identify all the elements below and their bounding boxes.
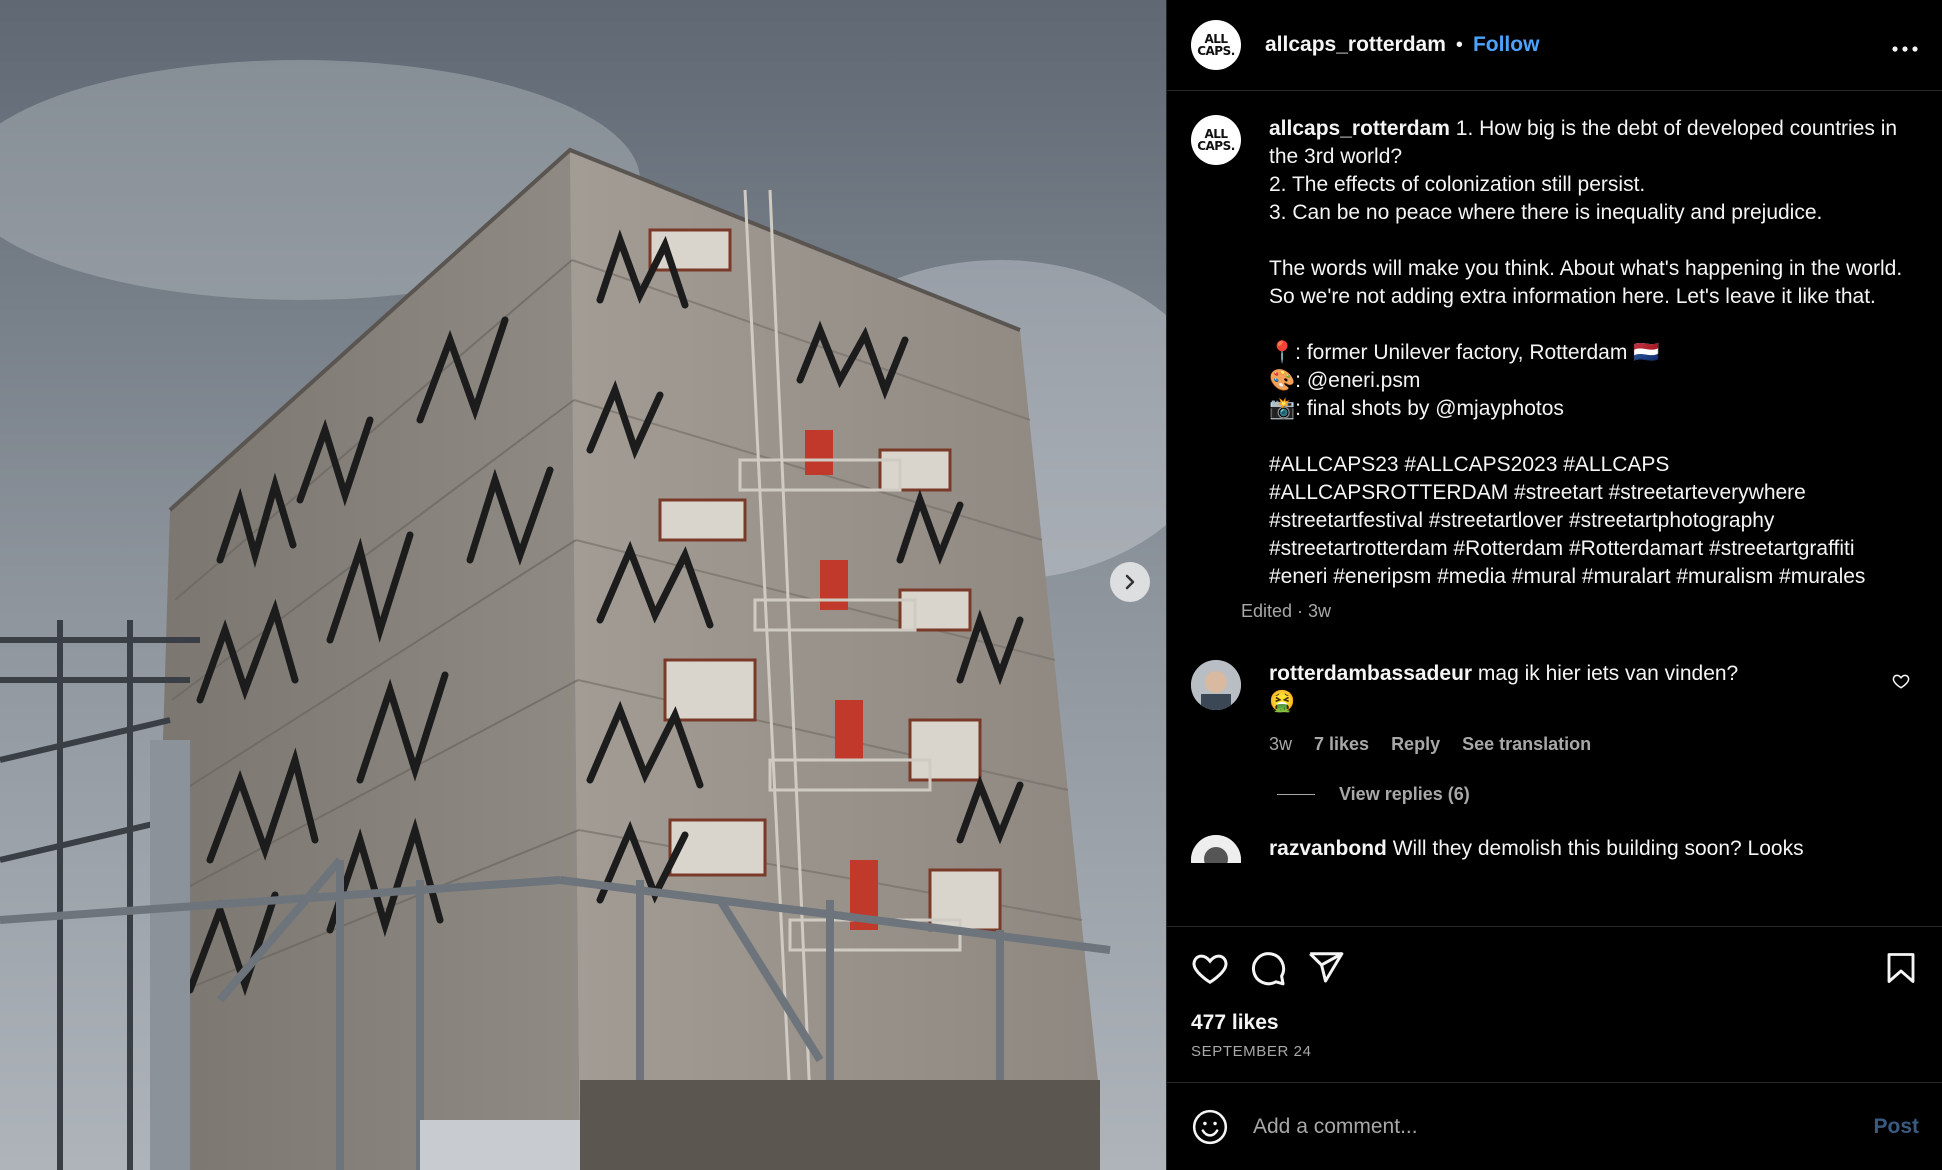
commenter-avatar[interactable]	[1191, 660, 1241, 710]
allcaps-logo: ALL CAPS.	[1197, 127, 1235, 153]
post-date: SEPTEMBER 24	[1191, 1043, 1312, 1060]
see-translation-button[interactable]: See translation	[1462, 730, 1591, 758]
comment-like-icon[interactable]	[1892, 672, 1910, 695]
comment-username[interactable]: razvanbond	[1269, 837, 1387, 860]
caption-content: allcaps_rotterdam 1. How big is the debt…	[1241, 115, 1909, 622]
caption-text: 1. How big is the debt of developed coun…	[1269, 117, 1903, 588]
heart-icon[interactable]	[1191, 949, 1229, 987]
view-replies-button[interactable]: View replies (6)	[1277, 784, 1918, 805]
comment-text: Will they demolish this building soon? L…	[1392, 837, 1804, 860]
post-comment-button[interactable]: Post	[1873, 1115, 1919, 1139]
comment-icon[interactable]	[1249, 949, 1287, 987]
mural-building-photo	[0, 0, 1166, 1170]
emoji-icon[interactable]	[1191, 1108, 1229, 1146]
post-details-panel: ALL CAPS. allcaps_rotterdam • Follow ALL…	[1166, 0, 1942, 1170]
bookmark-icon[interactable]	[1883, 949, 1919, 987]
comment-actions: 3w 7 likes Reply See translation	[1269, 730, 1889, 758]
post-image[interactable]	[0, 0, 1166, 1170]
comment-username[interactable]: rotterdambassadeur	[1269, 662, 1472, 685]
replies-line	[1277, 794, 1315, 795]
caption: ALL CAPS. allcaps_rotterdam 1. How big i…	[1191, 115, 1918, 622]
comments-scroll-area[interactable]: ALL CAPS. allcaps_rotterdam 1. How big i…	[1167, 91, 1942, 927]
comment-item: rotterdambassadeur mag ik hier iets van …	[1191, 660, 1918, 758]
comment-body: razvanbond Will they demolish this build…	[1269, 835, 1889, 863]
view-replies-label: View replies (6)	[1339, 784, 1470, 804]
likes-count[interactable]: 477 likes	[1191, 1011, 1942, 1035]
author-username[interactable]: allcaps_rotterdam	[1265, 33, 1446, 57]
comment-time: 3w	[1269, 734, 1293, 754]
commenter-avatar[interactable]	[1191, 835, 1241, 863]
separator-dot: •	[1455, 33, 1463, 56]
avatar[interactable]: ALL CAPS.	[1191, 20, 1241, 70]
caption-username[interactable]: allcaps_rotterdam	[1269, 117, 1450, 140]
add-comment-bar: Post	[1167, 1082, 1942, 1170]
comment-likes[interactable]: 7 likes	[1314, 730, 1369, 758]
allcaps-logo: ALL CAPS.	[1197, 32, 1235, 58]
reply-button[interactable]: Reply	[1391, 730, 1440, 758]
action-icons	[1167, 927, 1942, 987]
post-actions: 477 likes SEPTEMBER 24	[1167, 926, 1942, 1060]
more-options-icon[interactable]	[1892, 38, 1918, 52]
caption-meta: Edited · 3w	[1241, 601, 1332, 621]
send-icon[interactable]	[1307, 949, 1345, 987]
caption-avatar[interactable]: ALL CAPS.	[1191, 115, 1241, 165]
next-image-button[interactable]	[1110, 562, 1150, 602]
comment-item: razvanbond Will they demolish this build…	[1191, 835, 1918, 863]
comment-body: rotterdambassadeur mag ik hier iets van …	[1269, 660, 1889, 758]
chevron-right-icon	[1125, 574, 1135, 590]
post-dialog: ALL CAPS. allcaps_rotterdam • Follow ALL…	[0, 0, 1942, 1170]
comment-input[interactable]	[1251, 1113, 1874, 1140]
caption-text-block: allcaps_rotterdam 1. How big is the debt…	[1269, 115, 1909, 591]
post-header: ALL CAPS. allcaps_rotterdam • Follow	[1167, 0, 1942, 91]
follow-button[interactable]: Follow	[1473, 33, 1540, 57]
